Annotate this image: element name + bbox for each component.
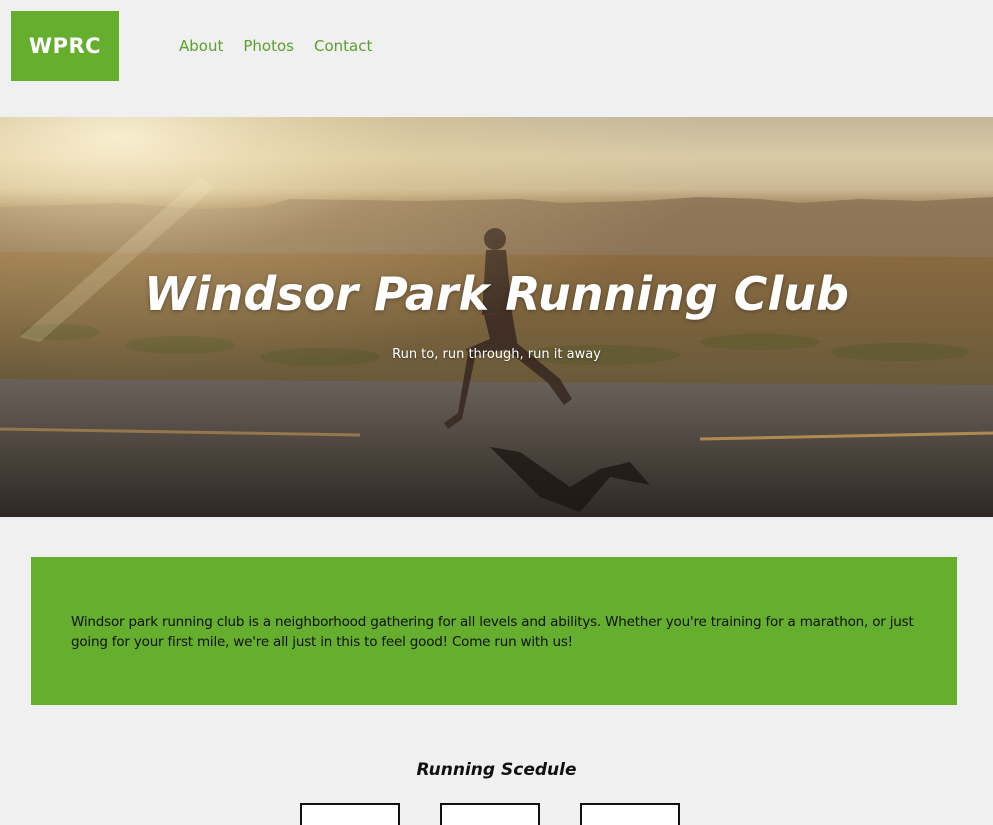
intro-section: Windsor park running club is a neighborh… xyxy=(31,557,957,705)
nav-link-photos[interactable]: Photos xyxy=(243,36,294,56)
schedule-title: Running Scedule xyxy=(416,760,577,781)
page: WPRC About Photos Contact Windsor Park R… xyxy=(0,0,993,825)
logo[interactable]: WPRC xyxy=(11,11,119,81)
hero-title: Windsor Park Running Club xyxy=(144,266,849,321)
schedule-box xyxy=(300,803,400,825)
schedule-box xyxy=(440,803,540,825)
hero-banner: Windsor Park Running Club Run to, run th… xyxy=(0,117,993,517)
intro-text: Windsor park running club is a neighborh… xyxy=(71,614,914,650)
schedule-box xyxy=(580,803,680,825)
schedule-boxes xyxy=(300,803,680,825)
nav-link-about[interactable]: About xyxy=(179,36,223,56)
main-nav: About Photos Contact xyxy=(179,36,372,56)
hero-subtitle: Run to, run through, run it away xyxy=(392,347,601,362)
nav-link-contact[interactable]: Contact xyxy=(314,36,372,56)
